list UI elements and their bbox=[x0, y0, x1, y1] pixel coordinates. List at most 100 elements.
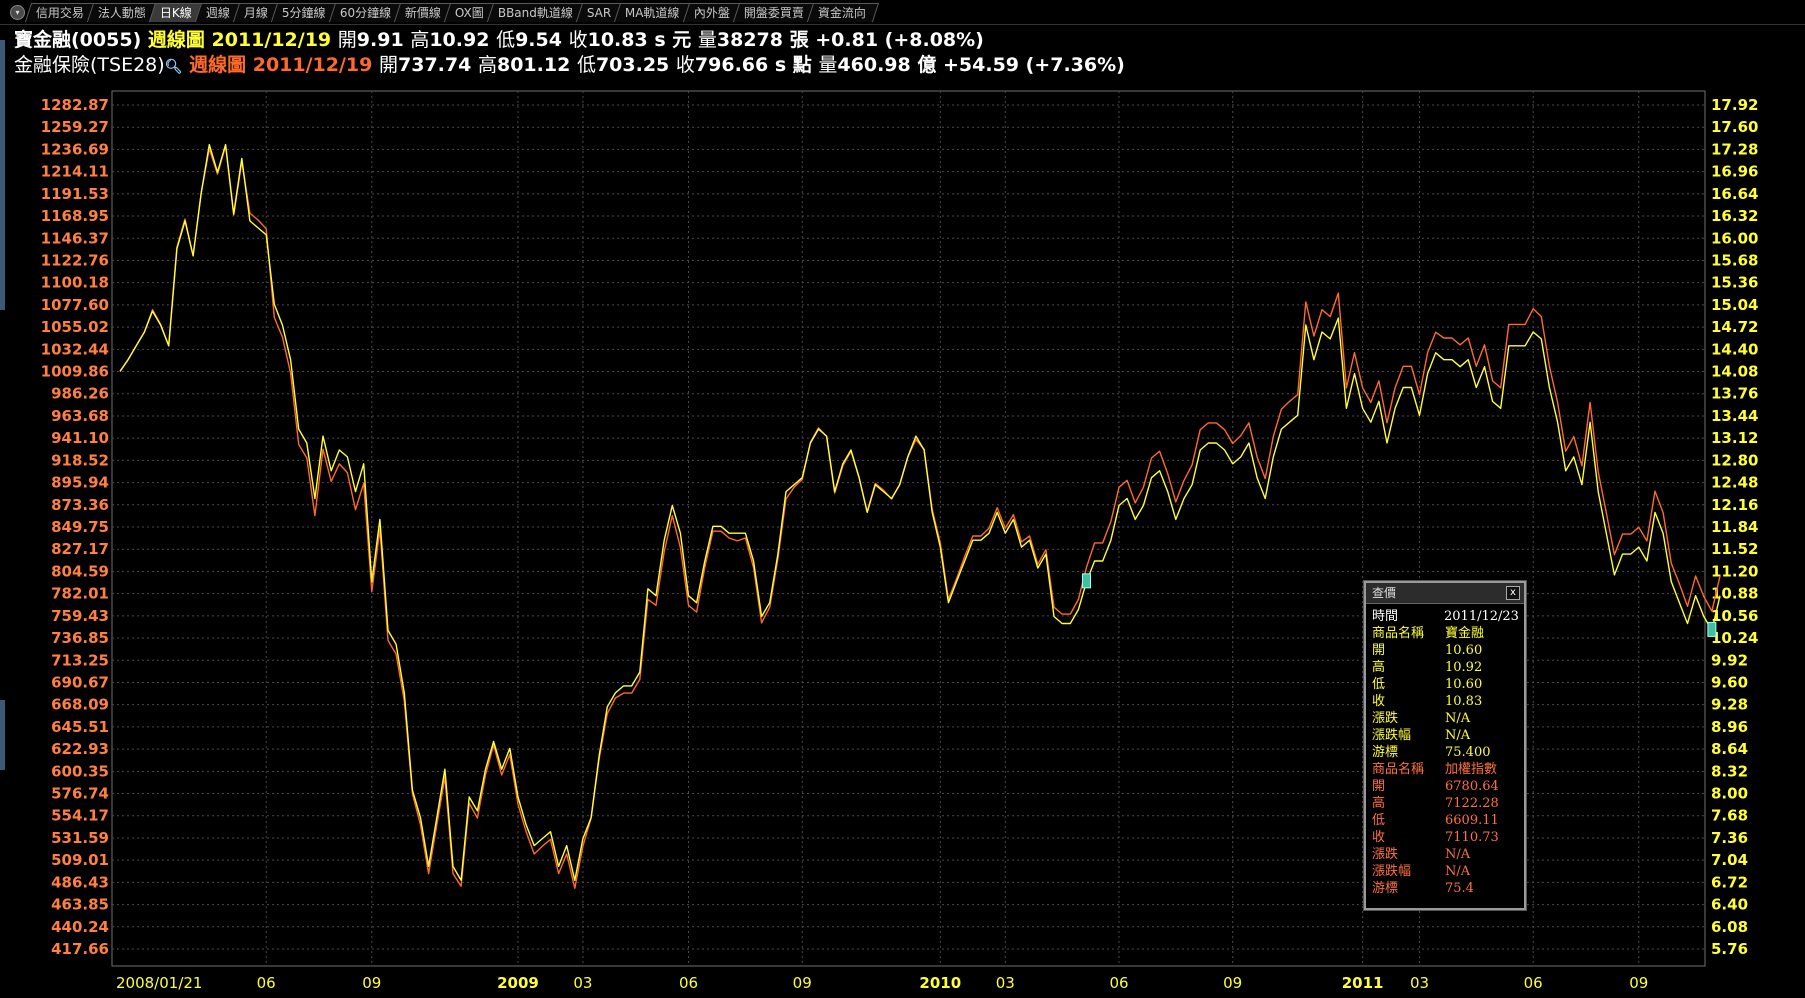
popup-row: 商品名稱 加權指數 bbox=[1370, 761, 1518, 778]
left-tick-label: 963.68 bbox=[51, 407, 109, 425]
left-tick-label: 645.51 bbox=[51, 718, 109, 736]
popup-row: 開 10.60 bbox=[1370, 642, 1518, 659]
x-tick-label: 03 bbox=[1410, 974, 1429, 992]
right-tick-label: 17.92 bbox=[1711, 96, 1758, 114]
left-tick-label: 417.66 bbox=[51, 940, 109, 958]
right-tick-label: 12.80 bbox=[1711, 451, 1758, 469]
popup-row: 漲跌幅 N/A bbox=[1370, 863, 1518, 880]
popup-row-key: 漲跌 bbox=[1372, 847, 1399, 862]
x-tick-label: 03 bbox=[573, 974, 592, 992]
popup-row-value: N/A bbox=[1445, 847, 1471, 862]
popup-row-key: 商品名稱 bbox=[1372, 626, 1425, 641]
right-tick-label: 17.28 bbox=[1711, 140, 1758, 158]
popup-row-key: 漲跌幅 bbox=[1372, 864, 1412, 879]
right-tick-label: 5.76 bbox=[1711, 940, 1748, 958]
left-tick-label: 622.93 bbox=[51, 740, 109, 758]
popup-row: 低 6609.11 bbox=[1370, 812, 1518, 829]
popup-row-key: 商品名稱 bbox=[1372, 762, 1425, 777]
data-marker[interactable] bbox=[1081, 573, 1091, 589]
left-tick-label: 713.25 bbox=[51, 651, 109, 669]
x-tick-label: 06 bbox=[1109, 974, 1128, 992]
popup-row-key: 漲跌 bbox=[1372, 711, 1399, 726]
left-tick-label: 1146.37 bbox=[41, 229, 109, 247]
popup-row-key: 漲跌幅 bbox=[1372, 728, 1412, 743]
right-tick-label: 7.04 bbox=[1711, 851, 1748, 869]
right-tick-label: 6.40 bbox=[1711, 896, 1748, 914]
popup-row: 游標 75.400 bbox=[1370, 744, 1518, 761]
left-tick-label: 804.59 bbox=[51, 562, 109, 580]
right-tick-label: 16.96 bbox=[1711, 163, 1758, 181]
right-tick-label: 13.44 bbox=[1711, 407, 1758, 425]
popup-row-key: 時間 bbox=[1372, 609, 1399, 624]
right-tick-label: 12.48 bbox=[1711, 474, 1758, 492]
right-tick-label: 13.76 bbox=[1711, 385, 1758, 403]
right-tick-label: 16.64 bbox=[1711, 185, 1758, 203]
right-tick-label: 12.16 bbox=[1711, 496, 1758, 514]
right-tick-label: 9.60 bbox=[1711, 673, 1748, 691]
left-tick-label: 1055.02 bbox=[41, 318, 109, 336]
left-tick-label: 554.17 bbox=[51, 807, 109, 825]
x-tick-label: 06 bbox=[257, 974, 276, 992]
left-tick-label: 440.24 bbox=[51, 918, 109, 936]
right-tick-label: 14.08 bbox=[1711, 363, 1758, 381]
right-tick-label: 8.64 bbox=[1711, 740, 1748, 758]
popup-row: 開 6780.64 bbox=[1370, 778, 1518, 795]
popup-row-value: 75.400 bbox=[1445, 745, 1491, 760]
left-tick-label: 1214.11 bbox=[41, 163, 109, 181]
right-tick-label: 11.84 bbox=[1711, 518, 1758, 536]
x-tick-label: 06 bbox=[1524, 974, 1543, 992]
right-tick-label: 14.72 bbox=[1711, 318, 1758, 336]
left-tick-label: 1032.44 bbox=[41, 340, 109, 358]
popup-row: 低 10.60 bbox=[1370, 676, 1518, 693]
x-tick-label: 2009 bbox=[497, 974, 539, 992]
right-tick-label: 17.60 bbox=[1711, 118, 1758, 136]
price-chart[interactable]: 1282.87 1259.27 1236.69 1214.11 1191.53 1168.… bbox=[0, 0, 1805, 998]
popup-row-key: 游標 bbox=[1372, 745, 1399, 760]
right-tick-label: 9.92 bbox=[1711, 651, 1748, 669]
x-tick-label: 09 bbox=[362, 974, 381, 992]
right-tick-label: 16.00 bbox=[1711, 229, 1758, 247]
right-tick-label: 13.12 bbox=[1711, 429, 1758, 447]
left-tick-label: 1236.69 bbox=[41, 140, 109, 158]
popup-row-key: 低 bbox=[1372, 813, 1386, 828]
popup-row-key: 游標 bbox=[1372, 881, 1399, 896]
popup-row-key: 收 bbox=[1372, 830, 1386, 845]
popup-row-value: 6609.11 bbox=[1445, 813, 1499, 828]
x-tick-label: 2010 bbox=[919, 974, 961, 992]
left-tick-label: 668.09 bbox=[51, 696, 109, 714]
popup-row-key: 開 bbox=[1372, 779, 1386, 794]
left-tick-label: 1191.53 bbox=[41, 185, 109, 203]
popup-row-value: 寶金融 bbox=[1445, 626, 1485, 641]
popup-row-key: 收 bbox=[1372, 694, 1386, 709]
right-tick-label: 15.36 bbox=[1711, 274, 1758, 292]
right-tick-label: 8.00 bbox=[1711, 785, 1748, 803]
right-tick-label: 16.32 bbox=[1711, 207, 1758, 225]
left-tick-label: 941.10 bbox=[51, 429, 109, 447]
right-tick-label: 11.52 bbox=[1711, 540, 1758, 558]
popup-row-value: 6780.64 bbox=[1445, 779, 1499, 794]
left-tick-label: 918.52 bbox=[51, 451, 109, 469]
right-tick-label: 9.28 bbox=[1711, 696, 1748, 714]
left-tick-label: 1100.18 bbox=[41, 274, 109, 292]
right-tick-label: 8.96 bbox=[1711, 718, 1748, 736]
popup-row: 商品名稱 寶金融 bbox=[1370, 625, 1518, 642]
left-tick-label: 690.67 bbox=[51, 673, 109, 691]
popup-row-value: N/A bbox=[1445, 728, 1471, 743]
popup-row-key: 開 bbox=[1372, 643, 1386, 658]
data-marker[interactable] bbox=[1707, 621, 1717, 637]
quote-popup[interactable]: 查價 x 時間 2011/12/23 商品名稱 寶金融開 10.60 高 10.92 低 10.… bbox=[1364, 581, 1526, 910]
right-tick-label: 11.20 bbox=[1711, 562, 1758, 580]
right-tick-label: 6.72 bbox=[1711, 873, 1748, 891]
left-tick-label: 600.35 bbox=[51, 762, 109, 780]
x-tick-label: 09 bbox=[793, 974, 812, 992]
right-tick-label: 7.36 bbox=[1711, 829, 1748, 847]
left-tick-label: 1168.95 bbox=[41, 207, 109, 225]
right-tick-label: 10.56 bbox=[1711, 607, 1758, 625]
left-tick-label: 759.43 bbox=[51, 607, 109, 625]
left-tick-label: 1282.87 bbox=[41, 96, 109, 114]
popup-title-bar[interactable]: 查價 x bbox=[1366, 583, 1524, 604]
popup-row: 漲跌 N/A bbox=[1370, 846, 1518, 863]
close-button[interactable]: x bbox=[1506, 586, 1520, 600]
x-tick-label: 06 bbox=[679, 974, 698, 992]
left-tick-label: 1259.27 bbox=[41, 118, 109, 136]
